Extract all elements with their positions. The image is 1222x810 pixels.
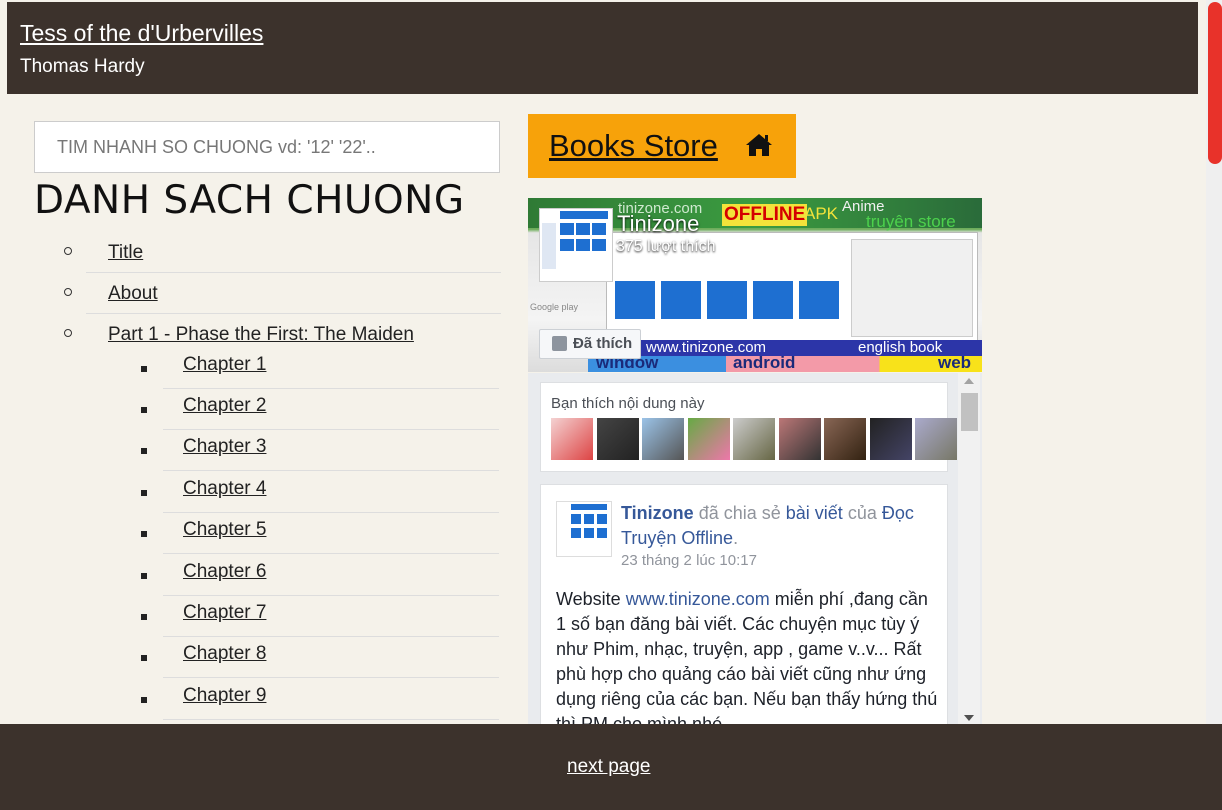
post-shared-text: đã chia sẻ <box>698 503 781 523</box>
toc-item-title: Title <box>64 232 501 273</box>
cover-tile <box>753 281 793 319</box>
friends-like-title: Bạn thích nội dung này <box>551 395 705 412</box>
cover-android-text: android <box>733 353 796 372</box>
cover-tile <box>707 281 747 319</box>
cover-apk-text: APK <box>804 204 839 223</box>
chapter-link[interactable]: Chapter 4 <box>183 478 266 500</box>
fb-liked-label: Đã thích <box>573 335 633 352</box>
square-bullet-icon <box>141 366 147 372</box>
friend-avatar[interactable] <box>824 418 866 460</box>
chapter-link[interactable]: Chapter 6 <box>183 561 266 583</box>
friend-avatar[interactable] <box>915 418 957 460</box>
books-store-button[interactable]: Books Store <box>528 114 796 178</box>
fb-post-card: Tinizone đã chia sẻ bài viết của Đọc Tru… <box>540 484 948 724</box>
cover-offline-text: OFFLINE <box>722 204 808 226</box>
circle-bullet-icon <box>64 329 72 337</box>
facebook-page-cover[interactable]: tinizone.com OFFLINE APK Anime truyện st… <box>528 198 982 372</box>
post-timestamp[interactable]: 23 tháng 2 lúc 10:17 <box>621 552 757 569</box>
post-body: Website www.tinizone.com miễn phí ,đang … <box>556 587 941 724</box>
list-item: Chapter 4 <box>141 472 499 513</box>
list-item: Chapter 8 <box>141 637 499 678</box>
fb-liked-button[interactable]: Đã thích <box>539 329 641 359</box>
square-bullet-icon <box>141 531 147 537</box>
chapter-link[interactable]: Chapter 1 <box>183 354 266 376</box>
friend-avatar[interactable] <box>779 418 821 460</box>
circle-bullet-icon <box>64 288 72 296</box>
friend-avatar[interactable] <box>870 418 912 460</box>
cover-web-text: web <box>938 353 972 372</box>
feed-scrollbar-thumb[interactable] <box>961 393 978 431</box>
facebook-feed[interactable]: Bạn thích nội dung này Tinizone đã chia … <box>528 373 982 724</box>
post-link[interactable]: bài viết <box>786 503 843 523</box>
next-page-link[interactable]: next page <box>567 756 650 778</box>
chapter-link[interactable]: Chapter 3 <box>183 436 266 458</box>
square-bullet-icon <box>141 490 147 496</box>
page-scrollbar-thumb[interactable] <box>1208 2 1222 164</box>
circle-bullet-icon <box>64 247 72 255</box>
square-bullet-icon <box>141 614 147 620</box>
post-of-text: của <box>847 503 877 523</box>
home-icon <box>746 134 772 156</box>
friend-avatar[interactable] <box>642 418 684 460</box>
toc-link-part-1[interactable]: Part 1 - Phase the First: The Maiden <box>108 324 414 346</box>
page-profile-picture[interactable] <box>539 208 613 282</box>
list-item: Chapter 2 <box>141 389 499 430</box>
post-body-text: Website <box>556 589 621 609</box>
chapter-link[interactable]: Chapter 7 <box>183 602 266 624</box>
post-author-link[interactable]: Tinizone <box>621 503 694 523</box>
list-item: Chapter 3 <box>141 430 499 471</box>
cover-english-text: english book <box>858 339 943 356</box>
friends-like-card: Bạn thích nội dung này <box>540 382 957 472</box>
chapter-link[interactable]: Chapter 8 <box>183 643 266 665</box>
cover-platform-bar: window android web <box>588 353 982 372</box>
post-header: Tinizone đã chia sẻ bài viết của Đọc Tru… <box>621 503 914 548</box>
friend-avatar[interactable] <box>733 418 775 460</box>
books-store-label: Books Store <box>549 128 718 163</box>
toc-link-title[interactable]: Title <box>108 242 143 264</box>
square-bullet-icon <box>141 573 147 579</box>
cover-store-text: truyện store <box>866 212 956 231</box>
chapter-list-heading: DANH SACH CHUONG <box>34 178 465 223</box>
cover-google-play-text: Google play <box>530 302 579 312</box>
header-bar: Tess of the d'Urbervilles Thomas Hardy <box>7 2 1198 94</box>
cover-tile <box>661 281 701 319</box>
cover-tile <box>799 281 839 319</box>
list-item: Chapter 6 <box>141 555 499 596</box>
chapter-link[interactable]: Chapter 9 <box>183 685 266 707</box>
list-item: Chapter 1 <box>141 348 499 389</box>
scroll-up-arrow-icon[interactable] <box>964 378 974 384</box>
fb-page-name[interactable]: Tinizone <box>617 211 699 237</box>
square-bullet-icon <box>141 697 147 703</box>
post-body-text: miễn phí ,đang cần 1 số bạn đăng bài viế… <box>556 589 938 724</box>
list-item: Chapter 7 <box>141 596 499 637</box>
book-title-link[interactable]: Tess of the d'Urbervilles <box>20 20 263 47</box>
cover-url-bar: www.tinizone.com english book <box>628 339 982 356</box>
list-item: Chapter 5 <box>141 513 499 554</box>
post-body-link[interactable]: www.tinizone.com <box>626 589 770 609</box>
fb-like-count: 375 lượt thích <box>616 238 716 255</box>
chapter-link[interactable]: Chapter 2 <box>183 395 266 417</box>
square-bullet-icon <box>141 407 147 413</box>
toc-link-about[interactable]: About <box>108 283 158 305</box>
footer-bar: next page <box>0 724 1222 810</box>
square-bullet-icon <box>141 448 147 454</box>
list-item: Chapter 9 <box>141 679 499 720</box>
friend-avatar[interactable] <box>688 418 730 460</box>
facebook-icon <box>552 336 567 351</box>
chapter-link[interactable]: Chapter 5 <box>183 519 266 541</box>
friend-avatar[interactable] <box>551 418 593 460</box>
post-author-avatar[interactable] <box>556 501 612 557</box>
author-name: Thomas Hardy <box>20 56 145 77</box>
friend-avatar[interactable] <box>597 418 639 460</box>
cover-tile <box>615 281 655 319</box>
square-bullet-icon <box>141 655 147 661</box>
scroll-down-arrow-icon[interactable] <box>964 715 974 721</box>
chapter-search-input[interactable] <box>34 121 500 173</box>
toc-item-about: About <box>64 273 501 314</box>
